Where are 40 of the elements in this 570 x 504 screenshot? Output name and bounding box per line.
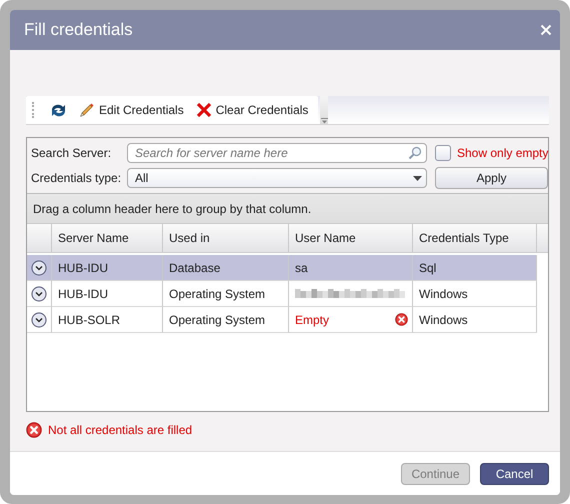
expand-icon[interactable] — [31, 260, 47, 276]
table-cell: Sql — [419, 260, 436, 274]
group-panel: Drag a column header here to group by that column. — [27, 194, 548, 224]
cancel-button[interactable]: Cancel — [480, 462, 549, 484]
apply-button[interactable]: Apply — [435, 167, 548, 189]
table-cell: Empty — [295, 312, 330, 326]
column-header[interactable]: Credentials Type — [413, 224, 537, 252]
table-cell: Database — [169, 260, 220, 274]
delete-icon — [196, 102, 212, 118]
field-label: Credentials type: — [31, 171, 122, 185]
table-cell: Operating System — [169, 312, 266, 326]
table-cell: HUB-IDU — [58, 286, 108, 300]
checkbox[interactable] — [435, 145, 451, 161]
table-cell: Operating System — [169, 286, 266, 300]
search-icon — [408, 146, 422, 160]
dropdown-arrow-icon — [413, 176, 422, 180]
checkbox-label: Show only empty — [457, 146, 548, 160]
search-field[interactable]: Search for server name here — [127, 143, 427, 163]
window-title: Fill credentials — [24, 20, 133, 40]
table-cell: Windows — [419, 312, 468, 326]
expand-icon[interactable] — [31, 286, 47, 302]
error-message: Not all credentials are filled — [48, 423, 192, 437]
clear-credentials-button[interactable]: Clear Credentials — [190, 99, 314, 121]
table-cell: HUB-SOLR — [58, 312, 120, 326]
type-dropdown[interactable]: All — [127, 168, 427, 188]
refresh-icon — [50, 102, 67, 118]
table-cell: HUB-IDU — [58, 260, 108, 274]
expand-icon[interactable] — [31, 312, 47, 328]
pencil-icon — [79, 102, 95, 118]
error-icon — [395, 313, 408, 326]
overflow-icon[interactable] — [320, 118, 328, 124]
edit-credentials-button[interactable]: Edit Credentials — [73, 99, 190, 121]
table-cell: Windows — [419, 286, 468, 300]
column-header[interactable]: User Name — [289, 224, 413, 252]
table-cell: sa — [295, 260, 308, 274]
column-header[interactable]: Used in — [163, 224, 289, 252]
close-icon[interactable] — [540, 24, 552, 36]
error-icon — [26, 422, 42, 438]
column-header[interactable]: Server Name — [52, 224, 163, 252]
field-label: Search Server: — [31, 146, 112, 160]
